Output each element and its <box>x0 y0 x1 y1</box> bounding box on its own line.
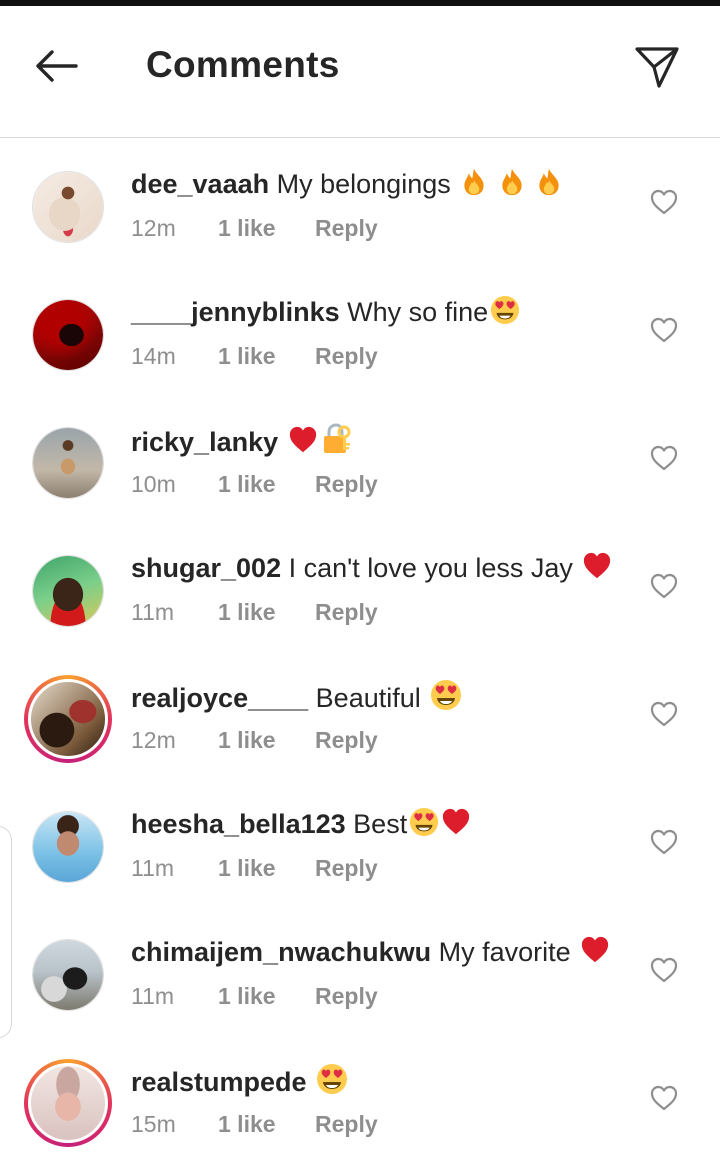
comment-time: 11m <box>131 855 175 881</box>
reply-button[interactable]: Reply <box>315 983 378 1010</box>
red-heart-emoji <box>582 551 612 581</box>
heart-eyes-emoji <box>430 679 462 711</box>
red-heart-emoji <box>580 935 610 965</box>
comment-time: 11m <box>131 983 175 1009</box>
comment-username[interactable]: dee_vaaah <box>131 169 269 199</box>
lock-key-emoji <box>320 423 352 455</box>
heart-eyes-emoji <box>316 1063 348 1095</box>
likes-count[interactable]: 1 like <box>218 855 315 882</box>
comment-username[interactable]: ____jennyblinks <box>131 297 340 327</box>
comment-text: My favorite <box>438 937 571 967</box>
likes-count[interactable]: 1 like <box>218 1111 315 1138</box>
heart-outline-icon[interactable] <box>650 317 678 343</box>
comment-item: ricky_lanky 10m 1 like Reply <box>0 395 720 523</box>
comment-text: My belongings <box>276 169 451 199</box>
red-heart-emoji <box>441 807 471 837</box>
avatar[interactable] <box>32 171 104 243</box>
comments-list: dee_vaaah My belongings 12m 1 like Reply _… <box>0 139 720 1163</box>
top-bar: Comments <box>0 0 720 138</box>
reply-button[interactable]: Reply <box>315 1111 378 1138</box>
likes-count[interactable]: 1 like <box>218 343 315 370</box>
heart-outline-icon[interactable] <box>650 701 678 727</box>
heart-outline-icon[interactable] <box>650 1085 678 1111</box>
reply-button[interactable]: Reply <box>315 599 378 626</box>
comment-item: realstumpede 15m 1 like Reply <box>0 1035 720 1163</box>
comment-text: I can't love you less Jay <box>288 553 573 583</box>
likes-count[interactable]: 1 like <box>218 471 315 498</box>
comment-username[interactable]: realstumpede <box>131 1067 307 1097</box>
comment-username[interactable]: shugar_002 <box>131 553 281 583</box>
comment-item: shugar_002 I can't love you less Jay 11m… <box>0 523 720 651</box>
heart-outline-icon[interactable] <box>650 445 678 471</box>
comment-item: heesha_bella123 Best 11m 1 like Reply <box>0 779 720 907</box>
send-icon <box>635 47 679 88</box>
fire-emoji <box>535 167 563 197</box>
reply-button[interactable]: Reply <box>315 343 378 370</box>
reply-button[interactable]: Reply <box>315 855 378 882</box>
fire-emoji <box>460 167 488 197</box>
avatar-story-ring[interactable] <box>24 1059 112 1147</box>
heart-outline-icon[interactable] <box>650 829 678 855</box>
comment-time: 11m <box>131 599 175 625</box>
avatar <box>28 679 108 759</box>
comment-username[interactable]: heesha_bella123 <box>131 809 346 839</box>
heart-eyes-emoji <box>490 295 520 325</box>
back-button[interactable] <box>28 42 84 90</box>
avatar[interactable] <box>32 299 104 371</box>
comment-time: 15m <box>131 1111 176 1137</box>
heart-outline-icon[interactable] <box>650 189 678 215</box>
comment-item: dee_vaaah My belongings 12m 1 like Reply <box>0 139 720 267</box>
comment-text: Best <box>353 809 408 839</box>
back-arrow-icon <box>36 50 78 82</box>
likes-count[interactable]: 1 like <box>218 983 315 1010</box>
comment-time: 12m <box>131 727 176 753</box>
fire-emoji <box>498 167 526 197</box>
comment-username[interactable]: chimaijem_nwachukwu <box>131 937 431 967</box>
comment-username[interactable]: realjoyce____ <box>131 683 308 713</box>
heart-outline-icon[interactable] <box>650 957 678 983</box>
comment-item: ____jennyblinks Why so fine 14m 1 like Rep… <box>0 267 720 395</box>
avatar[interactable] <box>32 811 104 883</box>
likes-count[interactable]: 1 like <box>218 599 315 626</box>
comment-text: Beautiful <box>315 683 421 713</box>
likes-count[interactable]: 1 like <box>218 727 315 754</box>
comment-username[interactable]: ricky_lanky <box>131 427 278 457</box>
share-button[interactable] <box>630 42 684 92</box>
heart-outline-icon[interactable] <box>650 573 678 599</box>
avatar[interactable] <box>32 555 104 627</box>
heart-eyes-emoji <box>409 807 439 837</box>
comment-item: chimaijem_nwachukwu My favorite 11m 1 lik… <box>0 907 720 1035</box>
comment-item: realjoyce____ Beautiful 12m 1 like Reply <box>0 651 720 779</box>
comment-time: 12m <box>131 215 176 241</box>
avatar[interactable] <box>32 427 104 499</box>
reply-button[interactable]: Reply <box>315 727 378 754</box>
reply-button[interactable]: Reply <box>315 215 378 242</box>
side-drawer-handle[interactable] <box>0 826 12 1038</box>
comment-time: 14m <box>131 343 176 369</box>
reply-button[interactable]: Reply <box>315 471 378 498</box>
likes-count[interactable]: 1 like <box>218 215 315 242</box>
page-title: Comments <box>146 44 340 85</box>
red-heart-emoji <box>288 425 318 455</box>
avatar <box>28 1063 108 1143</box>
avatar-story-ring[interactable] <box>24 675 112 763</box>
avatar[interactable] <box>32 939 104 1011</box>
comment-text: Why so fine <box>347 297 489 327</box>
comment-time: 10m <box>131 471 176 497</box>
